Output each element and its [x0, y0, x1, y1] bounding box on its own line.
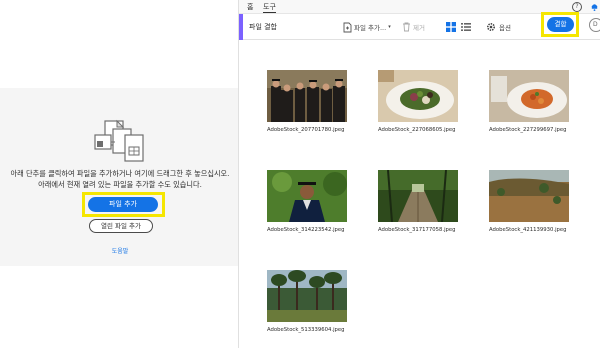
tool-title: 파일 결합 — [249, 23, 277, 31]
grid-view-icon[interactable] — [446, 22, 456, 32]
tool-accent-bar — [239, 14, 243, 40]
trash-icon — [403, 22, 410, 32]
add-file-icon — [343, 22, 352, 32]
options-label: 옵션 — [499, 24, 511, 32]
help-icon[interactable]: ? — [572, 2, 582, 12]
pine-forest-photo — [267, 270, 347, 322]
pasta-photo — [489, 70, 569, 122]
file-name: AdobeStock_314223542.jpeg — [267, 227, 345, 233]
forest-bridge-photo — [378, 170, 458, 222]
gear-icon — [486, 22, 496, 32]
instruction-text: 아래 단추를 클릭하여 파일을 추가하거나 여기에 드래그한 후 놓으십시오. … — [2, 168, 238, 190]
combine-button[interactable]: 결합 — [547, 17, 574, 32]
salad-photo — [378, 70, 458, 122]
screenshot-root: 아래 단추를 클릭하여 파일을 추가하거나 여기에 드래그한 후 놓으십시오. … — [0, 0, 600, 348]
help-link[interactable]: 도움말 — [100, 246, 140, 255]
add-files-menu[interactable]: 파일 추가... ▾ — [343, 21, 391, 33]
instruction-line-1: 아래 단추를 클릭하여 파일을 추가하거나 여기에 드래그한 후 놓으십시오. — [10, 169, 230, 178]
delete-label: 제거 — [413, 24, 425, 32]
menu-home[interactable]: 홈 — [247, 2, 253, 12]
list-view-icon[interactable] — [461, 22, 471, 32]
chevron-down-icon: ▾ — [388, 24, 391, 30]
file-name: AdobeStock_207701780.jpeg — [267, 127, 345, 133]
combine-files-window: 홈 도구 ? 파일 결합 파일 추가... ▾ 제거 옵션 결합 D Adobe… — [238, 0, 600, 348]
instruction-line-2: 아래에서 현재 열려 있는 파일을 추가할 수도 있습니다. — [38, 180, 202, 189]
documents-icon — [94, 119, 144, 162]
autumn-hill-photo — [489, 170, 569, 222]
add-files-label: 파일 추가... — [354, 24, 387, 32]
left-panel: 아래 단추를 클릭하여 파일을 추가하거나 여기에 드래그한 후 놓으십시오. … — [0, 0, 240, 348]
more-button[interactable]: D — [589, 18, 600, 32]
file-name: AdobeStock_227299697.jpeg — [489, 127, 567, 133]
file-name: AdobeStock_317177058.jpeg — [378, 227, 456, 233]
add-files-button[interactable]: 파일 추가 — [88, 197, 158, 212]
file-name: AdobeStock_421139930.jpeg — [489, 227, 567, 233]
options-button[interactable]: 옵션 — [486, 21, 511, 33]
delete-button[interactable]: 제거 — [402, 21, 425, 33]
menu-tools[interactable]: 도구 — [263, 2, 276, 13]
graduates-photo — [267, 70, 347, 122]
bell-icon[interactable] — [590, 2, 599, 12]
file-name: AdobeStock_513339604.jpeg — [267, 327, 345, 333]
graduate-photo — [267, 170, 347, 222]
file-name: AdobeStock_227068605.jpeg — [378, 127, 456, 133]
add-open-files-button[interactable]: 열린 파일 추가 — [89, 219, 153, 233]
